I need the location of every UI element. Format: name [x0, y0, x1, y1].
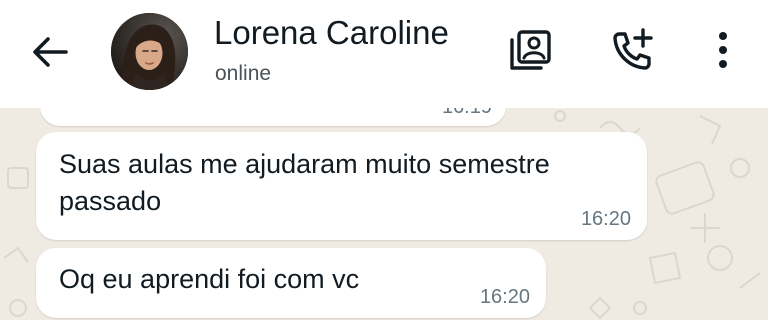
back-button[interactable]	[26, 28, 74, 76]
message-time: 16:20	[479, 286, 530, 308]
avatar[interactable]	[111, 13, 188, 90]
call-button[interactable]	[608, 24, 658, 76]
arrow-left-icon	[33, 37, 68, 67]
message-text: Oq eu aprendi foi com vc	[59, 264, 360, 294]
contact-status: online	[215, 62, 272, 85]
gallery-button[interactable]	[505, 24, 555, 76]
message-bubble[interactable]: 16:19	[40, 108, 506, 126]
avatar-photo	[111, 13, 188, 90]
contact-gallery-icon	[510, 30, 551, 70]
message-bubble[interactable]: Suas aulas me ajudaram muito semestre pa…	[36, 132, 647, 240]
message-bubble[interactable]: Oq eu aprendi foi com vc 16:20	[36, 248, 546, 318]
message-time: 16:20	[580, 208, 631, 230]
message-time: 16:19	[442, 108, 492, 119]
more-options-button[interactable]	[698, 24, 748, 76]
add-call-icon	[613, 28, 653, 70]
message-text: Suas aulas me ajudaram muito semestre pa…	[59, 149, 550, 216]
chat-header: Lorena Caroline online	[0, 0, 768, 108]
contact-name[interactable]: Lorena Caroline	[214, 14, 449, 52]
message-list[interactable]: 16:19 Suas aulas me ajudaram muito semes…	[0, 108, 768, 320]
more-vert-icon	[719, 32, 727, 68]
